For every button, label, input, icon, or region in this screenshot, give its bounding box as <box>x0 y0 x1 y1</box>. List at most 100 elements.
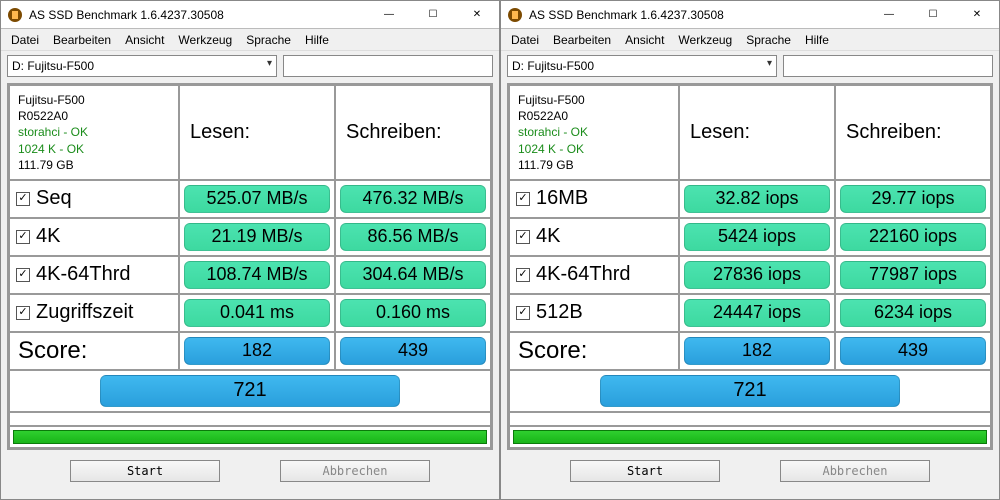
window-title: AS SSD Benchmark 1.6.4237.30508 <box>529 8 867 22</box>
info-align: 1024 K - OK <box>518 141 584 157</box>
score-read: 182 <box>684 337 830 365</box>
value-cell: 29.77 iops <box>835 180 991 218</box>
row-checkbox[interactable] <box>16 306 30 320</box>
read-bar: 0.041 ms <box>184 299 330 327</box>
row-checkbox[interactable] <box>516 230 530 244</box>
row-checkbox[interactable] <box>16 268 30 282</box>
menu-sprache[interactable]: Sprache <box>746 33 791 47</box>
write-bar: 304.64 MB/s <box>340 261 486 289</box>
row-label: 16MB <box>509 180 679 218</box>
maximize-button[interactable]: ☐ <box>411 1 455 29</box>
score-total: 721 <box>600 375 900 407</box>
menu-sprache[interactable]: Sprache <box>246 33 291 47</box>
total-row: 721 <box>9 370 491 412</box>
menu-werkzeug[interactable]: Werkzeug <box>678 33 732 47</box>
info-align: 1024 K - OK <box>18 141 84 157</box>
value-cell: 304.64 MB/s <box>335 256 491 294</box>
bottom-bar: Start Abbrechen <box>1 454 499 492</box>
menu-hilfe[interactable]: Hilfe <box>305 33 329 47</box>
read-bar: 5424 iops <box>684 223 830 251</box>
close-button[interactable]: ✕ <box>455 1 499 29</box>
row-label: 4K <box>509 218 679 256</box>
row-checkbox[interactable] <box>516 306 530 320</box>
close-button[interactable]: ✕ <box>955 1 999 29</box>
progress-bar <box>513 430 987 444</box>
write-bar: 29.77 iops <box>840 185 986 213</box>
cancel-button[interactable]: Abbrechen <box>280 460 430 482</box>
info-model: Fujitsu-F500 <box>518 92 585 108</box>
drive-select[interactable]: D: Fujitsu-F500 <box>507 55 777 77</box>
benchmark-window-right: AS SSD Benchmark 1.6.4237.30508 — ☐ ✕ Da… <box>500 0 1000 500</box>
cancel-button[interactable]: Abbrechen <box>780 460 930 482</box>
bottom-bar: Start Abbrechen <box>501 454 999 492</box>
progress-row <box>9 426 491 448</box>
value-cell: 439 <box>835 332 991 370</box>
start-button[interactable]: Start <box>570 460 720 482</box>
value-cell: 182 <box>679 332 835 370</box>
info-size: 111.79 GB <box>518 157 574 173</box>
titlebar: AS SSD Benchmark 1.6.4237.30508 — ☐ ✕ <box>501 1 999 29</box>
read-bar: 32.82 iops <box>684 185 830 213</box>
minimize-button[interactable]: — <box>867 1 911 29</box>
row-checkbox[interactable] <box>16 230 30 244</box>
header-write: Schreiben: <box>835 85 991 180</box>
score-write: 439 <box>840 337 986 365</box>
info-driver: storahci - OK <box>18 124 88 140</box>
menu-bearbeiten[interactable]: Bearbeiten <box>553 33 611 47</box>
drive-info: Fujitsu-F500 R0522A0 storahci - OK 1024 … <box>509 85 679 180</box>
menu-bearbeiten[interactable]: Bearbeiten <box>53 33 111 47</box>
maximize-button[interactable]: ☐ <box>911 1 955 29</box>
progress-row <box>509 426 991 448</box>
row-checkbox[interactable] <box>516 192 530 206</box>
score-total: 721 <box>100 375 400 407</box>
write-bar: 476.32 MB/s <box>340 185 486 213</box>
value-cell: 21.19 MB/s <box>179 218 335 256</box>
value-cell: 77987 iops <box>835 256 991 294</box>
read-bar: 24447 iops <box>684 299 830 327</box>
app-icon <box>7 7 23 23</box>
drive-path-input[interactable] <box>283 55 493 77</box>
app-icon <box>507 7 523 23</box>
info-fw: R0522A0 <box>18 108 68 124</box>
row-checkbox[interactable] <box>516 268 530 282</box>
value-cell: 27836 iops <box>679 256 835 294</box>
row-checkbox[interactable] <box>16 192 30 206</box>
header-read: Lesen: <box>179 85 335 180</box>
row-label: 4K <box>9 218 179 256</box>
window-title: AS SSD Benchmark 1.6.4237.30508 <box>29 8 367 22</box>
spacer <box>9 412 491 426</box>
value-cell: 525.07 MB/s <box>179 180 335 218</box>
value-cell: 86.56 MB/s <box>335 218 491 256</box>
read-bar: 21.19 MB/s <box>184 223 330 251</box>
value-cell: 0.160 ms <box>335 294 491 332</box>
header-write: Schreiben: <box>335 85 491 180</box>
write-bar: 0.160 ms <box>340 299 486 327</box>
menu-ansicht[interactable]: Ansicht <box>125 33 164 47</box>
drive-path-input[interactable] <box>783 55 993 77</box>
menu-ansicht[interactable]: Ansicht <box>625 33 664 47</box>
menu-datei[interactable]: Datei <box>511 33 539 47</box>
header-read: Lesen: <box>679 85 835 180</box>
minimize-button[interactable]: — <box>367 1 411 29</box>
score-label: Score: <box>509 332 679 370</box>
value-cell: 32.82 iops <box>679 180 835 218</box>
row-label: Seq <box>9 180 179 218</box>
menu-hilfe[interactable]: Hilfe <box>805 33 829 47</box>
menu-werkzeug[interactable]: Werkzeug <box>178 33 232 47</box>
benchmark-window-left: AS SSD Benchmark 1.6.4237.30508 — ☐ ✕ Da… <box>0 0 500 500</box>
row-label: 4K-64Thrd <box>9 256 179 294</box>
write-bar: 86.56 MB/s <box>340 223 486 251</box>
info-driver: storahci - OK <box>518 124 588 140</box>
start-button[interactable]: Start <box>70 460 220 482</box>
menubar: Datei Bearbeiten Ansicht Werkzeug Sprach… <box>501 29 999 51</box>
spacer <box>509 412 991 426</box>
value-cell: 5424 iops <box>679 218 835 256</box>
results-grid: Fujitsu-F500 R0522A0 storahci - OK 1024 … <box>507 83 993 450</box>
row-label: 512B <box>509 294 679 332</box>
read-bar: 27836 iops <box>684 261 830 289</box>
score-label: Score: <box>9 332 179 370</box>
menu-datei[interactable]: Datei <box>11 33 39 47</box>
drive-info: Fujitsu-F500 R0522A0 storahci - OK 1024 … <box>9 85 179 180</box>
drive-select[interactable]: D: Fujitsu-F500 <box>7 55 277 77</box>
row-label: Zugriffszeit <box>9 294 179 332</box>
